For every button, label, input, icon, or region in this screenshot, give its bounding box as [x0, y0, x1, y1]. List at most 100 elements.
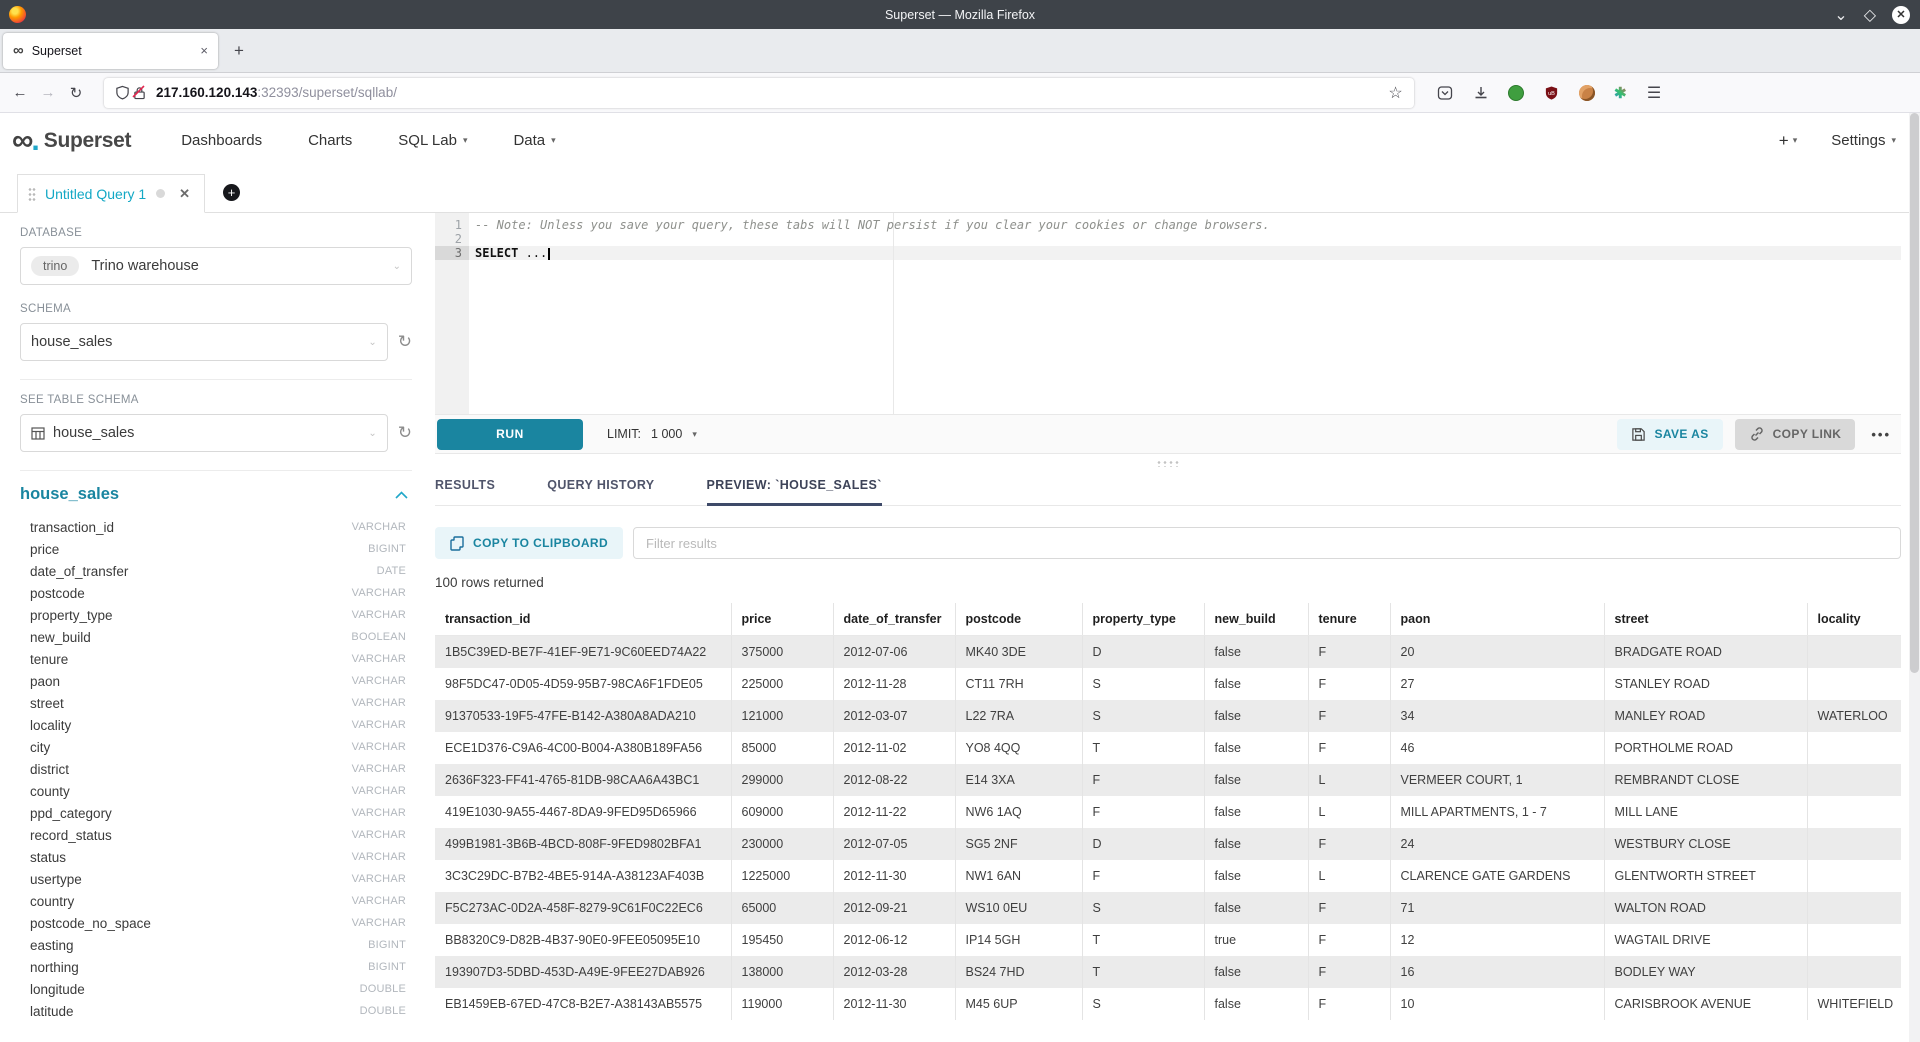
table-header-cell[interactable]: date_of_transfer: [833, 603, 955, 636]
schema-column-row[interactable]: districtVARCHAR: [20, 758, 412, 780]
downloads-icon[interactable]: [1472, 84, 1489, 101]
schema-column-row[interactable]: property_typeVARCHAR: [20, 604, 412, 626]
table-schema-title[interactable]: house_sales: [20, 485, 119, 504]
tab-query-history[interactable]: QUERY HISTORY: [547, 472, 654, 505]
window-minimize-icon[interactable]: ⌄: [1834, 5, 1847, 25]
table-cell: 2012-11-30: [833, 988, 955, 1020]
limit-dropdown[interactable]: LIMIT: 1 000 ▾: [607, 427, 697, 441]
refresh-schema-icon[interactable]: ↻: [398, 332, 412, 352]
schema-column-row[interactable]: transaction_idVARCHAR: [20, 516, 412, 538]
nav-item-sql-lab[interactable]: SQL Lab▾: [398, 132, 467, 149]
table-select[interactable]: house_sales ⌄: [20, 414, 388, 452]
database-select[interactable]: trino Trino warehouse ⌄: [20, 247, 412, 285]
schema-column-row[interactable]: localityVARCHAR: [20, 714, 412, 736]
new-query-tab-button[interactable]: +: [223, 184, 240, 201]
table-header-cell[interactable]: property_type: [1082, 603, 1204, 636]
schema-column-row[interactable]: countryVARCHAR: [20, 890, 412, 912]
schema-column-row[interactable]: countyVARCHAR: [20, 780, 412, 802]
column-name: locality: [30, 718, 71, 733]
forward-button[interactable]: →: [34, 84, 62, 101]
nav-item-data[interactable]: Data▾: [513, 132, 555, 149]
drag-handle-icon[interactable]: [28, 187, 36, 201]
copy-to-clipboard-button[interactable]: COPY TO CLIPBOARD: [435, 527, 623, 559]
schema-column-row[interactable]: cityVARCHAR: [20, 736, 412, 758]
sql-empty-line: [475, 232, 1901, 246]
bookmark-star-icon[interactable]: ☆: [1387, 84, 1404, 101]
table-header-cell[interactable]: new_build: [1204, 603, 1308, 636]
schema-column-row[interactable]: streetVARCHAR: [20, 692, 412, 714]
table-header-cell[interactable]: postcode: [955, 603, 1082, 636]
table-header-cell[interactable]: street: [1604, 603, 1807, 636]
window-maximize-icon[interactable]: ◇: [1864, 5, 1876, 25]
table-header-cell[interactable]: transaction_id: [435, 603, 731, 636]
schema-column-row[interactable]: eastingBIGINT: [20, 934, 412, 956]
lock-insecure-icon[interactable]: [131, 84, 148, 101]
schema-column-row[interactable]: date_of_transferDATE: [20, 560, 412, 582]
table-cell: 2012-06-12: [833, 924, 955, 956]
table-cell: L: [1308, 764, 1390, 796]
url-text[interactable]: 217.160.120.143:32393/superset/sqllab/: [156, 85, 1387, 100]
new-tab-button[interactable]: +: [234, 41, 244, 61]
schema-column-row[interactable]: longitudeDOUBLE: [20, 978, 412, 1000]
table-header-cell[interactable]: price: [731, 603, 833, 636]
tab-preview-house-sales[interactable]: PREVIEW: `HOUSE_SALES`: [707, 472, 882, 505]
schema-select[interactable]: house_sales ⌄: [20, 323, 388, 361]
reload-button[interactable]: ↻: [62, 84, 90, 102]
schema-column-row[interactable]: record_statusVARCHAR: [20, 824, 412, 846]
table-cell: false: [1204, 700, 1308, 732]
query-tab-close-icon[interactable]: ✕: [179, 186, 190, 202]
menu-hamburger-icon[interactable]: ☰: [1646, 84, 1663, 101]
shield-icon[interactable]: [114, 84, 131, 101]
schema-column-row[interactable]: latitudeDOUBLE: [20, 1000, 412, 1022]
ublock-shield-icon[interactable]: uB: [1543, 84, 1560, 101]
schema-column-row[interactable]: postcodeVARCHAR: [20, 582, 412, 604]
table-cell: false: [1204, 988, 1308, 1020]
schema-column-row[interactable]: paonVARCHAR: [20, 670, 412, 692]
sql-editor[interactable]: 1 2 3 -- Note: Unless you save your quer…: [435, 213, 1901, 414]
filter-results-input[interactable]: [633, 527, 1901, 559]
nav-item-charts[interactable]: Charts: [308, 132, 352, 149]
nav-item-dashboards[interactable]: Dashboards: [181, 132, 262, 149]
table-header-cell[interactable]: locality: [1807, 603, 1901, 636]
save-as-button[interactable]: SAVE AS: [1617, 419, 1722, 450]
back-button[interactable]: ←: [6, 84, 34, 101]
schema-column-row[interactable]: tenureVARCHAR: [20, 648, 412, 670]
collapse-chevron-icon[interactable]: [395, 491, 408, 499]
tab-results[interactable]: RESULTS: [435, 472, 495, 505]
extension-green-icon[interactable]: [1508, 85, 1524, 101]
table-cell: WAGTAIL DRIVE: [1604, 924, 1807, 956]
table-cell: STANLEY ROAD: [1604, 668, 1807, 700]
column-type: VARCHAR: [352, 785, 406, 797]
run-button[interactable]: RUN: [437, 419, 583, 450]
table-header-cell[interactable]: paon: [1390, 603, 1604, 636]
pane-resize-handle[interactable]: [435, 454, 1901, 472]
table-cell: BB8320C9-D82B-4B37-90E0-9FEE05095E10: [435, 924, 731, 956]
schema-column-row[interactable]: statusVARCHAR: [20, 846, 412, 868]
column-name: ppd_category: [30, 806, 112, 821]
superset-brand[interactable]: ∞. Superset: [12, 126, 131, 156]
url-bar[interactable]: 217.160.120.143:32393/superset/sqllab/ ☆: [104, 78, 1414, 108]
schema-column-row[interactable]: priceBIGINT: [20, 538, 412, 560]
schema-column-row[interactable]: new_buildBOOLEAN: [20, 626, 412, 648]
scrollbar-thumb[interactable]: [1910, 113, 1919, 673]
window-close-icon[interactable]: ✕: [1892, 6, 1910, 24]
page-scrollbar[interactable]: [1909, 113, 1920, 1042]
schema-column-row[interactable]: postcode_no_spaceVARCHAR: [20, 912, 412, 934]
settings-menu[interactable]: Settings▾: [1831, 132, 1896, 149]
add-new-button[interactable]: +▾: [1779, 131, 1797, 151]
schema-column-row[interactable]: ppd_categoryVARCHAR: [20, 802, 412, 824]
schema-column-row[interactable]: northingBIGINT: [20, 956, 412, 978]
copy-link-button[interactable]: COPY LINK: [1735, 419, 1856, 450]
table-header-cell[interactable]: tenure: [1308, 603, 1390, 636]
more-options-button[interactable]: •••: [1871, 427, 1891, 442]
tab-close-icon[interactable]: ×: [200, 43, 208, 58]
window-title: Superset — Mozilla Firefox: [0, 8, 1920, 22]
browser-tab[interactable]: ∞ Superset ×: [3, 33, 218, 69]
refresh-table-icon[interactable]: ↻: [398, 423, 412, 443]
cookie-icon[interactable]: [1579, 85, 1595, 101]
schema-column-row[interactable]: usertypeVARCHAR: [20, 868, 412, 890]
pocket-icon[interactable]: [1436, 84, 1453, 101]
table-cell: M45 6UP: [955, 988, 1082, 1020]
query-tab[interactable]: Untitled Query 1 ✕: [17, 174, 205, 213]
extension-asterisk-icon[interactable]: ✱: [1614, 84, 1627, 102]
